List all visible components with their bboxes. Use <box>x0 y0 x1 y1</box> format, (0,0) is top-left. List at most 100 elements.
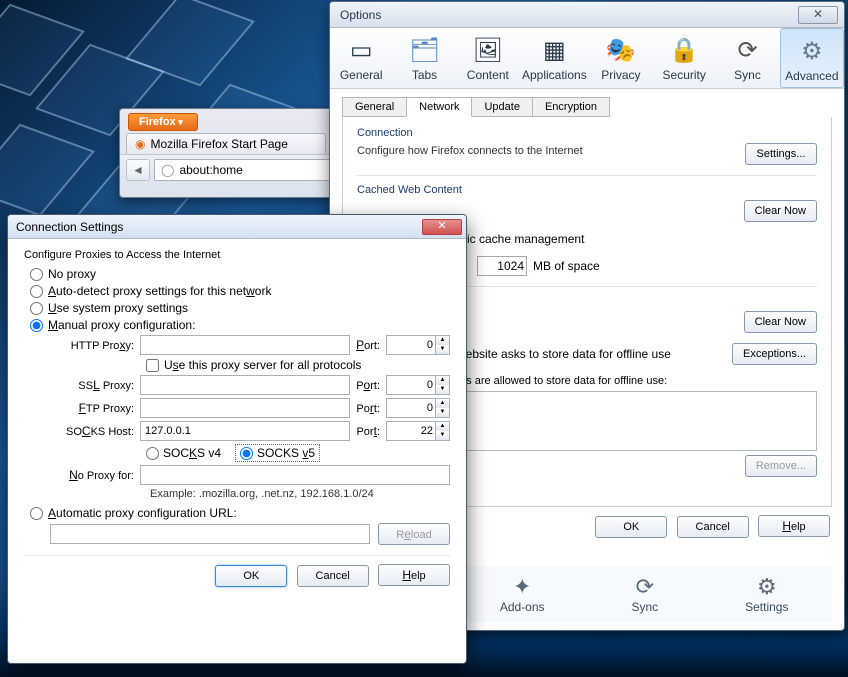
ssl-port-spinner[interactable]: ▲▼ <box>436 375 450 395</box>
ftp-port-input[interactable] <box>386 398 436 418</box>
same-proxy-label: Use this proxy server for all protocols <box>164 358 361 372</box>
lock-icon: 🔒 <box>668 34 700 66</box>
advanced-subtabs: General Network Update Encryption <box>342 97 844 117</box>
socks-v5-label: SOCKS v5 <box>257 446 315 460</box>
socks-v4-label: SOCKS v4 <box>163 446 221 460</box>
manual-proxy-radio[interactable] <box>30 319 43 332</box>
subtab-encryption[interactable]: Encryption <box>532 97 610 117</box>
cat-security[interactable]: 🔒Security <box>653 28 716 88</box>
cat-general[interactable]: ▭General <box>330 28 393 88</box>
options-title: Options <box>336 8 798 22</box>
http-proxy-label: HTTP Proxy: <box>50 338 140 352</box>
offline-list-label: tes are allowed to store data for offlin… <box>457 375 817 387</box>
connection-heading: Connection <box>357 127 817 139</box>
system-proxy-radio[interactable] <box>30 302 43 315</box>
auto-detect-label: Auto-detect proxy settings for this netw… <box>48 284 271 298</box>
category-bar: ▭General 🗂Tabs 🖼Content ▦Applications 🎭P… <box>330 28 844 89</box>
cat-applications[interactable]: ▦Applications <box>520 28 590 88</box>
http-port-spinner[interactable]: ▲▼ <box>436 335 450 355</box>
cat-sync[interactable]: ⟳Sync <box>716 28 779 88</box>
connection-settings-dialog: Connection Settings ✕ Configure Proxies … <box>7 214 467 664</box>
addons-icon: ✦ <box>500 574 545 600</box>
socks-v5-radio[interactable] <box>240 447 253 460</box>
options-close-button[interactable]: ✕ <box>798 6 838 24</box>
options-ok-button[interactable]: OK <box>595 516 667 538</box>
strip-settings[interactable]: ⚙Settings <box>745 574 788 614</box>
ftp-proxy-input[interactable] <box>140 398 350 418</box>
cache-clear-button[interactable]: Clear Now <box>744 200 817 222</box>
gear-icon: ⚙ <box>796 35 828 67</box>
strip-addons[interactable]: ✦Add-ons <box>500 574 545 614</box>
no-proxy-for-input[interactable] <box>140 465 450 485</box>
offline-clear-button[interactable]: Clear Now <box>744 311 817 333</box>
subtab-network[interactable]: Network <box>406 97 472 117</box>
offline-sites-list[interactable] <box>457 391 817 451</box>
connection-titlebar: Connection Settings ✕ <box>8 215 466 239</box>
cache-size-input[interactable] <box>477 256 527 276</box>
same-proxy-checkbox[interactable] <box>146 359 159 372</box>
content-icon: 🖼 <box>472 34 504 66</box>
connection-close-button[interactable]: ✕ <box>422 219 462 235</box>
socks-host-label: SOCKS Host: <box>50 424 140 438</box>
subtab-general[interactable]: General <box>342 97 407 117</box>
auto-detect-radio[interactable] <box>30 285 43 298</box>
cat-advanced[interactable]: ⚙Advanced <box>780 28 844 88</box>
http-port-label: Port: <box>350 338 386 352</box>
cat-privacy[interactable]: 🎭Privacy <box>590 28 653 88</box>
http-port-input[interactable] <box>386 335 436 355</box>
options-cancel-button[interactable]: Cancel <box>677 516 749 538</box>
general-icon: ▭ <box>345 34 377 66</box>
options-titlebar: Options ✕ <box>330 2 844 28</box>
no-proxy-label: No proxy <box>48 267 96 281</box>
auto-url-input[interactable] <box>50 524 370 544</box>
firefox-menu-button[interactable]: Firefox <box>128 113 198 131</box>
ftp-port-label: Port: <box>350 401 386 415</box>
options-help-button[interactable]: Help <box>758 515 830 537</box>
proxy-heading: Configure Proxies to Access the Internet <box>24 249 450 261</box>
auto-url-label: Automatic proxy configuration URL: <box>48 506 237 520</box>
ssl-port-input[interactable] <box>386 375 436 395</box>
auto-url-radio[interactable] <box>30 507 43 520</box>
globe-icon: ◯ <box>161 163 174 177</box>
socks-host-input[interactable] <box>140 421 350 441</box>
system-proxy-label: Use system proxy settings <box>48 301 188 315</box>
url-text: about:home <box>179 163 242 177</box>
connection-desc: Configure how Firefox connects to the In… <box>357 145 583 157</box>
offline-exceptions-button[interactable]: Exceptions... <box>732 343 817 365</box>
no-proxy-for-label: No Proxy for: <box>50 468 140 482</box>
no-proxy-example: Example: .mozilla.org, .net.nz, 192.168.… <box>150 488 450 500</box>
sync-strip-icon: ⟳ <box>631 574 658 600</box>
socks-port-label: Port: <box>350 424 386 438</box>
privacy-icon: 🎭 <box>605 34 637 66</box>
socks-v4-radio[interactable] <box>146 447 159 460</box>
ssl-proxy-label: SSL Proxy: <box>50 378 140 392</box>
conn-help-button[interactable]: Help <box>378 564 450 586</box>
ftp-port-spinner[interactable]: ▲▼ <box>436 398 450 418</box>
no-proxy-radio[interactable] <box>30 268 43 281</box>
applications-icon: ▦ <box>538 34 570 66</box>
http-proxy-input[interactable] <box>140 335 350 355</box>
connection-settings-button[interactable]: Settings... <box>745 143 817 165</box>
ssl-port-label: Port: <box>350 378 386 392</box>
subtab-update[interactable]: Update <box>471 97 532 117</box>
ftp-proxy-label: FTP Proxy: <box>50 401 140 415</box>
cat-tabs[interactable]: 🗂Tabs <box>393 28 456 88</box>
conn-ok-button[interactable]: OK <box>215 565 287 587</box>
conn-cancel-button[interactable]: Cancel <box>297 565 369 587</box>
reload-button[interactable]: Reload <box>378 523 450 545</box>
settings-strip-icon: ⚙ <box>745 574 788 600</box>
offline-tellme: website asks to store data for offline u… <box>457 347 671 361</box>
back-button[interactable]: ◄ <box>126 159 150 181</box>
tab-title: Mozilla Firefox Start Page <box>150 137 287 151</box>
offline-remove-button[interactable]: Remove... <box>745 455 817 477</box>
socks-port-spinner[interactable]: ▲▼ <box>436 421 450 441</box>
browser-tab[interactable]: ◉ Mozilla Firefox Start Page <box>126 133 326 154</box>
connection-title: Connection Settings <box>12 220 422 234</box>
cache-override-label: atic cache management <box>457 232 584 246</box>
cat-content[interactable]: 🖼Content <box>457 28 520 88</box>
cache-heading: Cached Web Content <box>357 184 817 196</box>
socks-port-input[interactable] <box>386 421 436 441</box>
tabs-icon: 🗂 <box>408 34 440 66</box>
strip-sync[interactable]: ⟳Sync <box>631 574 658 614</box>
ssl-proxy-input[interactable] <box>140 375 350 395</box>
